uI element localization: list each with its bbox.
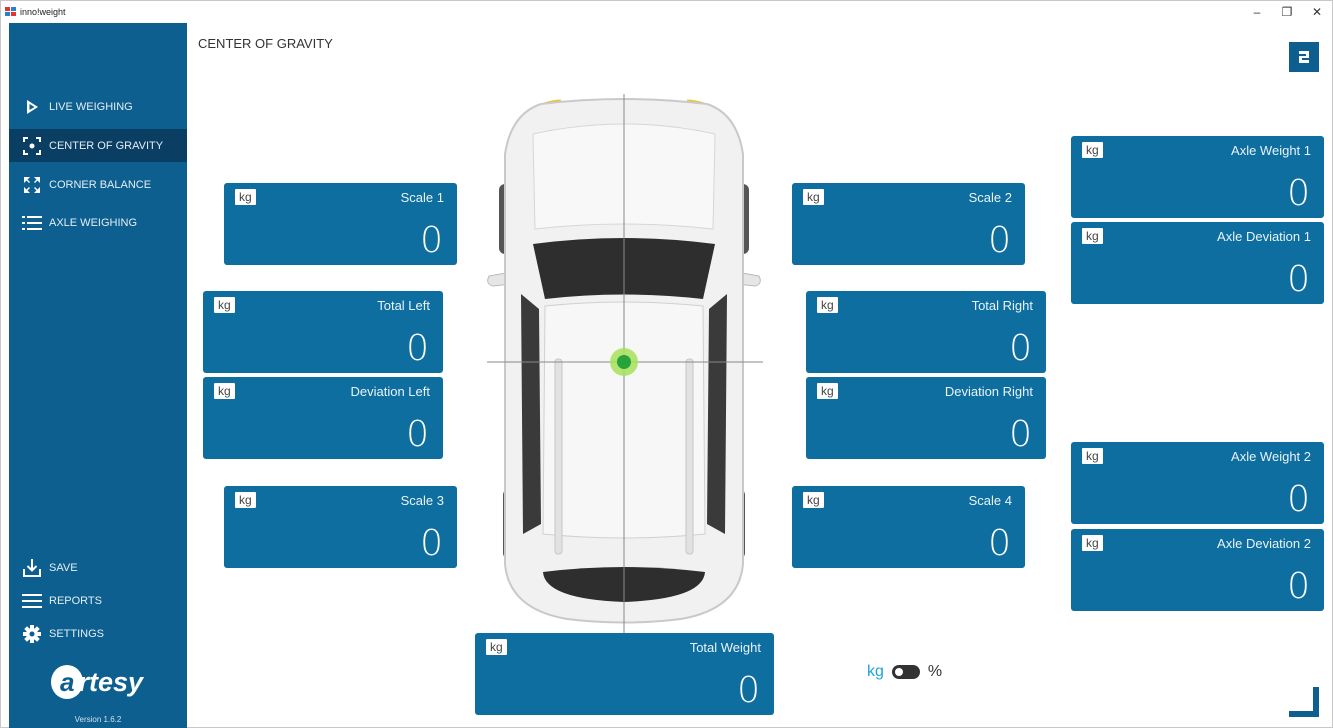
card-label: Total Left	[377, 298, 430, 313]
total-weight-card: kg Total Weight 0	[475, 633, 774, 715]
unit-label: kg	[817, 383, 838, 399]
scale-4-card: kg Scale 4 0	[792, 486, 1025, 568]
unit-label: kg	[817, 297, 838, 313]
card-label: Deviation Left	[350, 384, 431, 399]
resize-corner-icon[interactable]	[1289, 687, 1321, 719]
axle-weight-2-card: kg Axle Weight 2 0	[1071, 442, 1324, 524]
save-label: SAVE	[49, 561, 78, 574]
deviation-right-card: kg Deviation Right 0	[806, 377, 1046, 459]
axle-deviation-1-card: kg Axle Deviation 1 0	[1071, 222, 1324, 304]
card-label: Axle Weight 2	[1231, 449, 1311, 464]
card-value: 0	[1009, 414, 1032, 455]
app-icon	[5, 7, 17, 17]
scale-2-card: kg Scale 2 0	[792, 183, 1025, 265]
unit-toggle[interactable]: kg %	[867, 663, 942, 681]
layout-icon	[1299, 51, 1309, 63]
card-label: Total Right	[971, 298, 1033, 313]
card-value: 0	[988, 523, 1011, 564]
unit-label: kg	[1082, 228, 1103, 244]
card-value: 0	[1009, 328, 1032, 369]
close-button[interactable]: ✕	[1302, 1, 1332, 23]
unit-label: kg	[486, 639, 507, 655]
app-window: inno!weight – ❐ ✕ LIVE WEIGHING CENTER O…	[0, 0, 1333, 728]
page-title: CENTER OF GRAVITY	[198, 36, 333, 51]
card-label: Scale 1	[400, 190, 444, 205]
unit-toggle-percent-label: %	[927, 663, 943, 680]
lines-icon	[19, 591, 45, 611]
card-value: 0	[988, 220, 1011, 261]
card-value: 0	[1287, 566, 1310, 607]
unit-label: kg	[1082, 535, 1103, 551]
reports-label: REPORTS	[49, 594, 102, 607]
list-icon	[19, 213, 45, 233]
nav-corner-balance[interactable]: CORNER BALANCE	[9, 168, 187, 201]
save-button[interactable]: SAVE	[9, 551, 187, 584]
unit-label: kg	[235, 492, 256, 508]
unit-label: kg	[235, 189, 256, 205]
scale-1-card: kg Scale 1 0	[224, 183, 457, 265]
card-value: 0	[406, 414, 429, 455]
card-label: Deviation Right	[944, 384, 1033, 399]
card-label: Axle Deviation 1	[1217, 229, 1311, 244]
play-icon	[19, 97, 45, 117]
card-value: 0	[737, 670, 760, 711]
card-value: 0	[1287, 173, 1310, 214]
nav-axle-weighing[interactable]: AXLE WEIGHING	[9, 206, 187, 239]
card-label: Scale 4	[968, 493, 1012, 508]
gear-icon	[19, 624, 45, 644]
total-right-card: kg Total Right 0	[806, 291, 1046, 373]
nav-label: AXLE WEIGHING	[49, 216, 138, 229]
version-label: Version 1.6.2	[74, 715, 122, 724]
sidebar: LIVE WEIGHING CENTER OF GRAVITY CORNER B…	[9, 23, 187, 728]
card-value: 0	[406, 328, 429, 369]
unit-toggle-switch[interactable]	[891, 665, 920, 679]
unit-label: kg	[803, 189, 824, 205]
car-top-view	[487, 94, 763, 634]
card-label: Axle Deviation 2	[1217, 536, 1311, 551]
card-label: Axle Weight 1	[1231, 143, 1311, 158]
card-value: 0	[1287, 259, 1310, 300]
unit-label: kg	[214, 297, 235, 313]
deviation-left-card: kg Deviation Left 0	[203, 377, 443, 459]
nav-label: LIVE WEIGHING	[49, 100, 133, 113]
reports-button[interactable]: REPORTS	[9, 584, 187, 617]
logo-text: rtesy	[78, 666, 143, 697]
settings-label: SETTINGS	[49, 627, 105, 640]
title-bar: inno!weight – ❐ ✕	[1, 1, 1332, 23]
settings-button[interactable]: SETTINGS	[9, 617, 187, 650]
card-label: Scale 2	[968, 190, 1012, 205]
layout-toggle-button[interactable]	[1289, 42, 1319, 72]
maximize-button[interactable]: ❐	[1272, 1, 1302, 23]
unit-label: kg	[1082, 142, 1103, 158]
card-label: Scale 3	[400, 493, 444, 508]
minimize-button[interactable]: –	[1242, 1, 1272, 23]
nav-live-weighing[interactable]: LIVE WEIGHING	[9, 90, 187, 123]
download-icon	[19, 558, 45, 578]
nav-label: CENTER OF GRAVITY	[49, 139, 164, 152]
nav-center-of-gravity[interactable]: CENTER OF GRAVITY	[9, 129, 187, 162]
target-icon	[19, 136, 45, 156]
unit-label: kg	[1082, 448, 1103, 464]
unit-toggle-kg-label: kg	[867, 663, 884, 680]
card-label: Total Weight	[689, 640, 761, 655]
card-value: 0	[420, 220, 443, 261]
scale-3-card: kg Scale 3 0	[224, 486, 457, 568]
expand-corners-icon	[19, 175, 45, 195]
window-title: inno!weight	[20, 7, 66, 17]
nav-label: CORNER BALANCE	[49, 178, 152, 191]
axle-deviation-2-card: kg Axle Deviation 2 0	[1071, 529, 1324, 611]
card-value: 0	[1287, 479, 1310, 520]
card-value: 0	[420, 523, 443, 564]
axle-weight-1-card: kg Axle Weight 1 0	[1071, 136, 1324, 218]
unit-label: kg	[803, 492, 824, 508]
unit-label: kg	[214, 383, 235, 399]
artesy-logo: a rtesy	[51, 659, 143, 705]
total-left-card: kg Total Left 0	[203, 291, 443, 373]
